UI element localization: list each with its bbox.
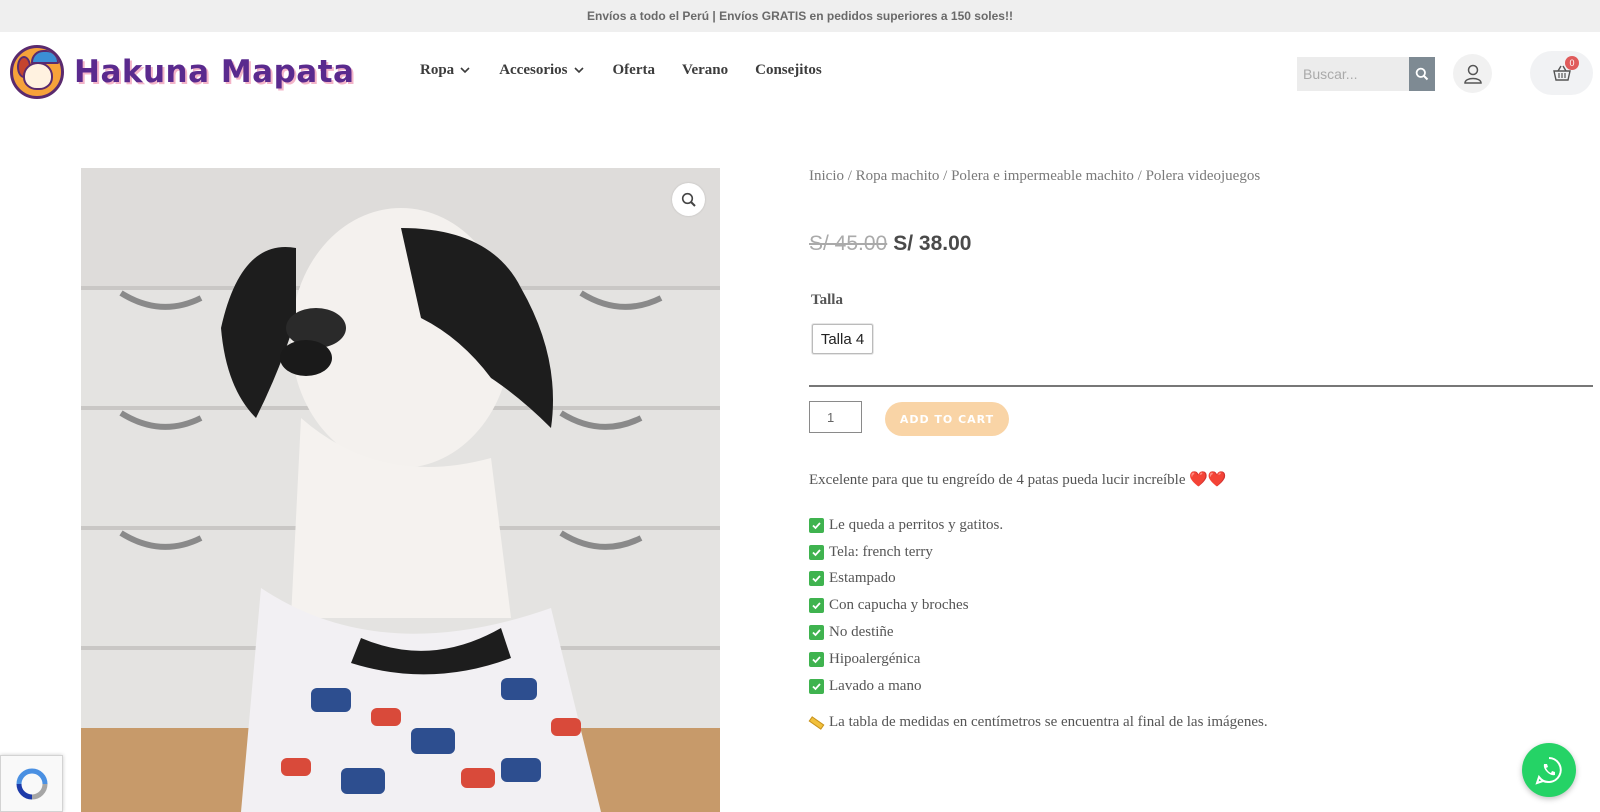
ruler-icon bbox=[808, 715, 825, 730]
size-option-talla-4[interactable]: Talla 4 bbox=[812, 324, 873, 354]
search-button[interactable] bbox=[1409, 57, 1435, 91]
recaptcha-icon bbox=[16, 768, 47, 799]
feature-text: Tela: french terry bbox=[829, 543, 933, 560]
quantity-input[interactable] bbox=[809, 401, 862, 433]
list-item: Lavado a mano bbox=[809, 673, 1003, 700]
breadcrumb-polera-impermeable[interactable]: Polera e impermeable machito bbox=[951, 168, 1134, 184]
nav-item-accesorios[interactable]: Accesorios bbox=[499, 62, 585, 79]
list-item: Con capucha y broches bbox=[809, 592, 1003, 619]
nav-item-verano[interactable]: Verano bbox=[682, 62, 728, 79]
feature-text: No destiñe bbox=[829, 624, 894, 641]
check-icon bbox=[809, 517, 824, 533]
check-icon bbox=[809, 625, 824, 641]
chevron-down-icon bbox=[573, 67, 584, 74]
feature-list: Le queda a perritos y gatitos. Tela: fre… bbox=[809, 512, 1003, 700]
list-item: Le queda a perritos y gatitos. bbox=[809, 512, 1003, 539]
product-summary: Inicio / Ropa machito / Polera e imperme… bbox=[808, 168, 1593, 730]
search-icon bbox=[1415, 67, 1429, 81]
breadcrumb-separator: / bbox=[1133, 168, 1146, 184]
breadcrumb-separator: / bbox=[844, 168, 856, 184]
product-description: Excelente para que tu engreído de 4 pata… bbox=[809, 470, 1227, 489]
nav-item-label: Accesorios bbox=[499, 61, 568, 78]
description-text: Excelente para que tu engreído de 4 pata… bbox=[809, 472, 1186, 488]
site-logo[interactable]: Hakuna Mapata bbox=[10, 45, 354, 99]
nav-item-label: Verano bbox=[681, 61, 729, 78]
product-price: S/ 45.00 S/ 38.00 bbox=[809, 232, 971, 256]
feature-text: Estampado bbox=[829, 570, 896, 587]
hearts-emoji: ❤️❤️ bbox=[1189, 472, 1227, 488]
breadcrumb-inicio[interactable]: Inicio bbox=[809, 168, 844, 184]
list-item: Estampado bbox=[809, 566, 1003, 593]
check-icon bbox=[809, 678, 824, 694]
price-original: S/ 45.00 bbox=[809, 232, 888, 255]
site-header: Hakuna Mapata Ropa Accesorios Oferta Ver… bbox=[0, 32, 1600, 112]
whatsapp-chat-button[interactable] bbox=[1522, 743, 1576, 797]
check-icon bbox=[809, 544, 824, 560]
nav-item-consejitos[interactable]: Consejitos bbox=[755, 62, 822, 79]
divider bbox=[809, 385, 1593, 387]
breadcrumb-separator: / bbox=[939, 168, 952, 184]
add-to-cart-button[interactable]: ADD TO CART bbox=[885, 402, 1009, 436]
check-icon bbox=[809, 598, 824, 614]
breadcrumb: Inicio / Ropa machito / Polera e imperme… bbox=[809, 168, 1593, 192]
magnifier-icon bbox=[681, 192, 696, 207]
account-button[interactable] bbox=[1453, 54, 1492, 93]
chevron-down-icon bbox=[460, 67, 470, 74]
zoom-button[interactable] bbox=[672, 183, 705, 216]
list-item: Hipoalergénica bbox=[809, 646, 1003, 673]
recaptcha-badge[interactable] bbox=[0, 755, 63, 812]
search-input[interactable] bbox=[1297, 57, 1409, 91]
check-icon bbox=[809, 571, 824, 587]
cart-count-badge: 0 bbox=[1565, 56, 1579, 70]
note-text: La tabla de medidas en centímetros se en… bbox=[829, 714, 1268, 730]
breadcrumb-current: Polera videojuegos bbox=[1145, 168, 1261, 184]
nav-item-label: Consejitos bbox=[755, 61, 822, 78]
announcement-text: Envíos a todo el Perú | Envíos GRATIS en… bbox=[587, 9, 1013, 23]
main-nav: Ropa Accesorios Oferta Verano Consejitos bbox=[420, 32, 849, 108]
whatsapp-icon bbox=[1535, 757, 1562, 785]
check-icon bbox=[809, 651, 824, 667]
user-icon bbox=[1463, 64, 1482, 84]
size-table-note: La tabla de medidas en centímetros se en… bbox=[808, 714, 1268, 731]
dog-mascot-icon bbox=[10, 45, 64, 99]
logo-text: Hakuna Mapata bbox=[74, 54, 355, 90]
nav-item-oferta[interactable]: Oferta bbox=[613, 62, 655, 79]
nav-item-ropa[interactable]: Ropa bbox=[420, 62, 472, 79]
feature-text: Con capucha y broches bbox=[829, 597, 969, 614]
dog-photo-image bbox=[81, 168, 720, 812]
product-image[interactable] bbox=[81, 168, 720, 812]
price-sale: S/ 38.00 bbox=[893, 232, 972, 255]
breadcrumb-ropa-machito[interactable]: Ropa machito bbox=[856, 168, 940, 184]
list-item: No destiñe bbox=[809, 619, 1003, 646]
size-label: Talla bbox=[811, 292, 843, 308]
announcement-bar: Envíos a todo el Perú | Envíos GRATIS en… bbox=[0, 0, 1600, 32]
cart-button[interactable]: 0 bbox=[1530, 51, 1593, 95]
nav-item-label: Oferta bbox=[612, 61, 655, 78]
feature-text: Lavado a mano bbox=[829, 677, 922, 694]
search-form bbox=[1297, 57, 1435, 91]
feature-text: Le queda a perritos y gatitos. bbox=[829, 516, 1004, 533]
nav-item-label: Ropa bbox=[420, 61, 455, 78]
list-item: Tela: french terry bbox=[809, 539, 1003, 566]
feature-text: Hipoalergénica bbox=[829, 650, 921, 667]
